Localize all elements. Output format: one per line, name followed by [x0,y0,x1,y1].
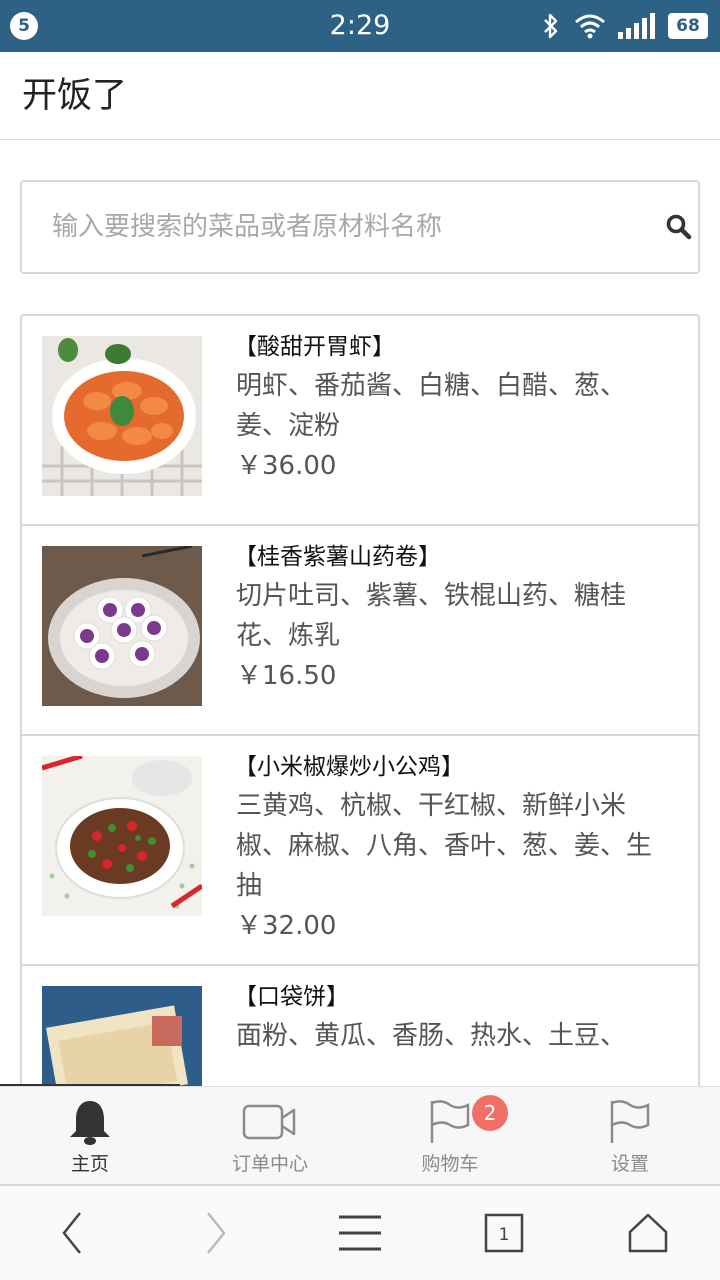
tab-label: 主页 [70,1153,109,1175]
bluetooth-icon [544,13,558,39]
dish-item[interactable]: 【小米椒爆炒小公鸡】 三黄鸡、杭椒、干红椒、新鲜小米椒、麻椒、八角、香叶、葱、姜… [22,736,698,966]
dish-list-viewport[interactable]: 【酸甜开胃虾】 明虾、番茄酱、白糖、白醋、葱、姜、淀粉 ￥36.00 【桂香紫薯… [20,314,700,1086]
tab-label: 订单中心 [231,1153,308,1175]
status-icons: 68 [540,12,708,40]
tabs-count: 1 [499,1225,510,1245]
tab-bar: 主页 订单中心 2 购物车 设置 [0,1086,720,1184]
dish-item[interactable]: 【桂香紫薯山药卷】 切片吐司、紫薯、铁棍山药、糖桂花、炼乳 ￥16.50 [22,526,698,736]
dish-price: ￥16.50 [236,661,337,691]
forward-icon [207,1212,226,1254]
search-box[interactable] [20,180,700,274]
menu-icon [339,1215,381,1251]
dish-item[interactable]: 【口袋饼】 面粉、黄瓜、香肠、热水、土豆、 [22,966,698,1086]
flag-icon [602,1097,658,1147]
dish-name: 【酸甜开胃虾】 [234,334,395,360]
dish-name: 【小米椒爆炒小公鸡】 [234,754,464,780]
forward-button[interactable] [144,1186,288,1280]
signal-icon [618,13,655,39]
search-input[interactable] [52,206,652,248]
tab-orders[interactable]: 订单中心 [180,1087,360,1184]
dish-item[interactable]: 【酸甜开胃虾】 明虾、番茄酱、白糖、白醋、葱、姜、淀粉 ￥36.00 [22,316,698,526]
tab-label: 设置 [610,1153,649,1175]
tab-cart[interactable]: 2 购物车 [360,1087,540,1184]
dish-photo-pocket-bread [42,986,202,1086]
dish-photo-yam-rolls [42,546,202,706]
menu-button[interactable] [288,1186,432,1280]
search-icon[interactable] [664,212,694,242]
back-icon [62,1212,81,1254]
tab-settings[interactable]: 设置 [540,1087,720,1184]
video-camera-icon [242,1097,298,1147]
bell-icon [62,1097,118,1147]
dish-ingredients: 明虾、番茄酱、白糖、白醋、葱、姜、淀粉 [236,371,627,441]
app-header: 开饭了 [0,52,720,140]
page-title: 开饭了 [22,76,128,116]
dish-name: 【桂香紫薯山药卷】 [234,544,441,570]
tab-label: 购物车 [421,1153,479,1175]
dish-ingredients: 切片吐司、紫薯、铁棍山药、糖桂花、炼乳 [236,581,627,651]
back-button[interactable] [0,1186,144,1280]
dish-price: ￥36.00 [236,451,337,481]
dish-price: ￥32.00 [236,911,337,941]
flag-icon [422,1097,478,1147]
cart-count-badge: 2 [472,1095,508,1131]
tabs-icon: 1 [484,1213,524,1253]
battery-icon: 68 [668,13,708,39]
wifi-icon [575,14,605,39]
dish-photo-shrimp [42,336,202,496]
dish-photo-spicy-chicken [42,756,202,916]
tabs-button[interactable]: 1 [432,1186,576,1280]
dish-name: 【口袋饼】 [234,984,349,1010]
status-bar: 5 2:29 68 [0,0,720,52]
browser-nav-bar: 1 [0,1184,720,1280]
dish-ingredients: 面粉、黄瓜、香肠、热水、土豆、 [236,1021,627,1051]
tab-home[interactable]: 主页 [0,1087,180,1184]
dish-list: 【酸甜开胃虾】 明虾、番茄酱、白糖、白醋、葱、姜、淀粉 ￥36.00 【桂香紫薯… [20,314,700,1086]
home-icon [628,1213,668,1253]
dish-ingredients: 三黄鸡、杭椒、干红椒、新鲜小米椒、麻椒、八角、香叶、葱、姜、生抽 [236,791,653,901]
home-button[interactable] [576,1186,720,1280]
